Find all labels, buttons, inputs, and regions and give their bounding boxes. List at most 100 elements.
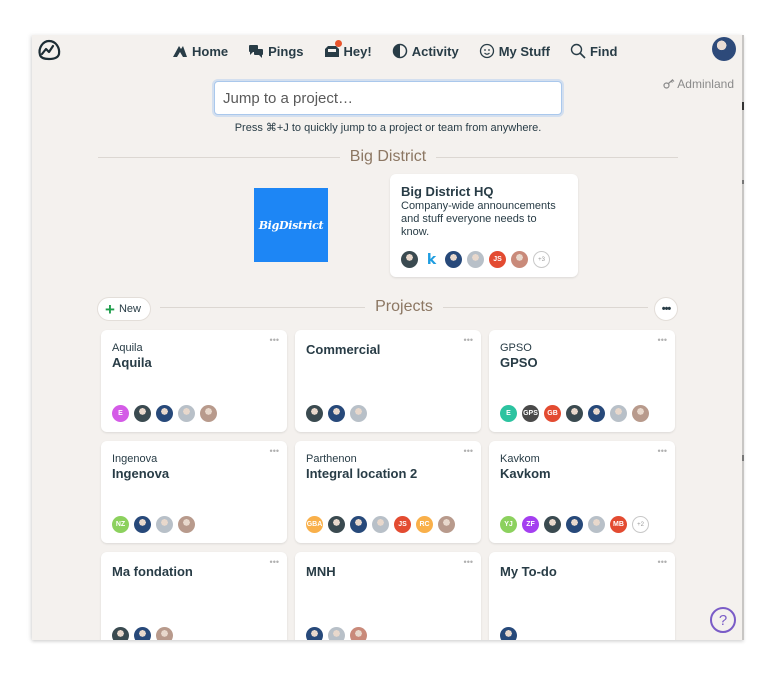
card-menu-icon[interactable]: •••: [658, 557, 667, 567]
adminland-link[interactable]: Adminland: [663, 77, 734, 91]
avatar-initials[interactable]: GPS: [522, 405, 539, 422]
card-menu-icon[interactable]: •••: [270, 557, 279, 567]
avatar-photo[interactable]: [134, 405, 151, 422]
avatar-photo[interactable]: [588, 405, 605, 422]
project-card[interactable]: Ma fondation •••: [101, 552, 287, 640]
avatar-logo[interactable]: k: [423, 251, 440, 268]
my-avatar[interactable]: [712, 37, 736, 61]
nav-home[interactable]: Home: [172, 43, 228, 59]
project-card[interactable]: Ingenova Ingenova ••• NZ: [101, 441, 287, 543]
avatar-initials[interactable]: YJ: [500, 516, 517, 533]
project-grid: Aquila Aquila ••• E Commercial ••• GPSO GPSO •••…: [101, 330, 675, 640]
avatar-photo[interactable]: [350, 405, 367, 422]
card-menu-icon[interactable]: •••: [270, 335, 279, 345]
company-title: Big District: [349, 148, 427, 165]
help-button[interactable]: ?: [710, 607, 736, 633]
more-people-badge[interactable]: +2: [632, 516, 649, 533]
project-avatars: E GPS GB: [500, 405, 649, 422]
nav-home-label: Home: [192, 43, 229, 59]
avatar-photo[interactable]: [328, 627, 345, 640]
avatar-photo[interactable]: [156, 516, 173, 533]
project-card[interactable]: Aquila Aquila ••• E: [101, 330, 287, 432]
avatar-photo[interactable]: [632, 405, 649, 422]
project-card[interactable]: Parthenon Integral location 2 ••• GBA JS RC: [295, 441, 481, 543]
project-card[interactable]: MNH •••: [295, 552, 481, 640]
avatar-photo[interactable]: [156, 627, 173, 640]
avatar-photo[interactable]: [306, 405, 323, 422]
avatar-initials[interactable]: GBA: [306, 516, 323, 533]
avatar-photo[interactable]: [178, 516, 195, 533]
card-menu-icon[interactable]: •••: [658, 335, 667, 345]
card-menu-icon[interactable]: •••: [464, 335, 473, 345]
project-avatars: [500, 627, 517, 640]
avatar-initials[interactable]: JS: [489, 251, 506, 268]
avatar-initials[interactable]: E: [112, 405, 129, 422]
avatar-photo[interactable]: [156, 405, 173, 422]
window-edge-mark: [742, 455, 744, 461]
search-icon: [570, 43, 586, 59]
card-menu-icon[interactable]: •••: [464, 557, 473, 567]
card-menu-icon[interactable]: •••: [464, 446, 473, 456]
avatar-photo[interactable]: [544, 516, 561, 533]
basecamp-logo-icon[interactable]: [36, 38, 62, 62]
avatar-photo[interactable]: [112, 627, 129, 640]
avatar-photo[interactable]: [306, 627, 323, 640]
project-company: Parthenon: [306, 453, 357, 465]
avatar-initials[interactable]: E: [500, 405, 517, 422]
avatar-initials[interactable]: RC: [416, 516, 433, 533]
nav-mystuff[interactable]: My Stuff: [479, 43, 550, 59]
avatar-photo[interactable]: [350, 627, 367, 640]
project-card[interactable]: GPSO GPSO ••• E GPS GB: [489, 330, 675, 432]
nav-find[interactable]: Find: [570, 43, 617, 59]
nav-hey[interactable]: Hey!: [324, 40, 372, 59]
company-logo[interactable]: BigDistrict: [254, 188, 328, 262]
avatar-initials[interactable]: NZ: [112, 516, 129, 533]
company-section-header: Big District: [98, 148, 679, 166]
avatar-photo[interactable]: [200, 405, 217, 422]
avatar-photo[interactable]: [350, 516, 367, 533]
project-name: Integral location 2: [306, 466, 418, 481]
nav-pings[interactable]: Pings: [248, 43, 304, 59]
avatar-photo[interactable]: [328, 405, 345, 422]
avatar-photo[interactable]: [328, 516, 345, 533]
avatar-photo[interactable]: [372, 516, 389, 533]
avatar-photo[interactable]: [134, 516, 151, 533]
hq-card[interactable]: Big District HQ Company-wide announcemen…: [390, 174, 578, 277]
company-logo-text: BigDistrict: [258, 218, 324, 232]
projects-more-button[interactable]: •••: [654, 297, 678, 321]
avatar-photo[interactable]: [178, 405, 195, 422]
avatar-photo[interactable]: [588, 516, 605, 533]
avatar-photo[interactable]: [511, 251, 528, 268]
project-card[interactable]: My To-do •••: [489, 552, 675, 640]
nav-activity-label: Activity: [411, 43, 459, 59]
window-edge-mark: [742, 180, 744, 184]
project-card[interactable]: Commercial •••: [295, 330, 481, 432]
projects-section-header: Projects: [98, 298, 678, 316]
avatar-photo[interactable]: [467, 251, 484, 268]
avatar-photo[interactable]: [566, 516, 583, 533]
avatar-initials[interactable]: JS: [394, 516, 411, 533]
avatar-initials[interactable]: ZF: [522, 516, 539, 533]
avatar-photo[interactable]: [610, 405, 627, 422]
card-menu-icon[interactable]: •••: [658, 446, 667, 456]
new-project-label: New: [118, 303, 141, 315]
avatar-photo[interactable]: [445, 251, 462, 268]
avatar-photo[interactable]: [566, 405, 583, 422]
window-edge-mark: [742, 102, 744, 110]
more-people-badge[interactable]: +3: [533, 251, 550, 268]
avatar-photo[interactable]: [401, 251, 418, 268]
jump-input[interactable]: [223, 89, 553, 107]
avatar-photo[interactable]: [500, 627, 517, 640]
project-avatars: E: [112, 405, 217, 422]
new-project-button[interactable]: + New: [97, 297, 151, 321]
project-card[interactable]: Kavkom Kavkom ••• YJ ZF MB +2: [489, 441, 675, 543]
avatar-initials[interactable]: MB: [610, 516, 627, 533]
project-avatars: NZ: [112, 516, 195, 533]
jump-to-project-field[interactable]: [214, 81, 562, 115]
avatar-photo[interactable]: [134, 627, 151, 640]
avatar-photo[interactable]: [438, 516, 455, 533]
avatar-initials[interactable]: GB: [544, 405, 561, 422]
project-avatars: GBA JS RC: [306, 516, 455, 533]
card-menu-icon[interactable]: •••: [270, 446, 279, 456]
nav-activity[interactable]: Activity: [392, 43, 459, 59]
